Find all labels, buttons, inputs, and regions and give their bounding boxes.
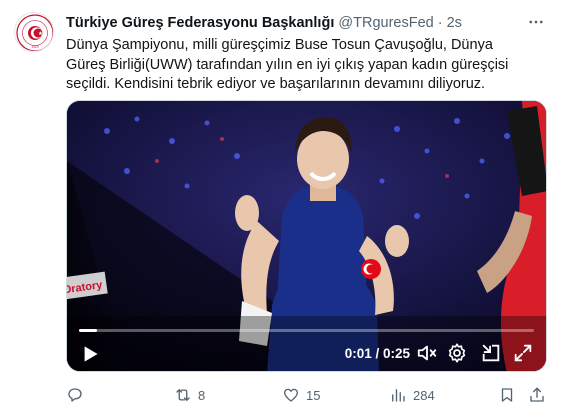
share-icon <box>530 387 544 402</box>
avatar[interactable]: 1923 <box>14 12 54 52</box>
more-icon[interactable] <box>524 10 548 34</box>
progress-bar[interactable] <box>79 329 534 332</box>
tweet-text: Dünya Şampiyonu, milli güreşçimiz Buse T… <box>66 37 509 92</box>
minimize-icon[interactable] <box>480 342 502 364</box>
author-name[interactable]: Türkiye Güreş Federasyonu Başkanlığı <box>66 15 334 31</box>
play-icon[interactable] <box>77 341 103 367</box>
video-controls: 0:01 / 0:25 <box>67 321 546 371</box>
reply-icon <box>68 388 82 402</box>
separator-dot: · <box>437 15 443 31</box>
federation-logo: 1923 <box>16 14 53 51</box>
like-count: 15 <box>306 387 321 403</box>
like-button[interactable]: 15 <box>282 381 320 409</box>
bookmark-icon <box>501 388 513 402</box>
avatar-year: 1923 <box>31 45 38 49</box>
tweet-actions: 8 15 284 <box>66 381 547 409</box>
views-button[interactable]: 284 <box>389 381 435 409</box>
retweet-button[interactable]: 8 <box>174 381 205 409</box>
tweet-header: Türkiye Güreş Federasyonu Başkanlığı @TR… <box>66 13 522 33</box>
progress-fill <box>79 329 98 332</box>
video-player[interactable]: Oratory 0:01 / 0:25 <box>66 100 547 372</box>
mute-icon[interactable] <box>416 342 438 364</box>
tweet-time[interactable]: 2s <box>447 15 462 31</box>
fullscreen-icon[interactable] <box>512 342 534 364</box>
reply-button[interactable] <box>66 381 90 409</box>
views-count: 284 <box>413 387 435 403</box>
bookmark-button[interactable] <box>498 381 516 409</box>
settings-icon[interactable] <box>446 342 468 364</box>
tweet: 1923 Türkiye Güreş Federasyonu Başkanlığ… <box>0 0 562 418</box>
time-readout: 0:01 / 0:25 <box>344 346 410 361</box>
like-icon <box>283 388 299 402</box>
views-icon <box>392 389 405 402</box>
author-handle[interactable]: @TRguresFed <box>338 15 433 31</box>
retweet-count: 8 <box>198 387 206 403</box>
retweet-icon <box>176 389 190 401</box>
share-button[interactable] <box>528 381 546 409</box>
